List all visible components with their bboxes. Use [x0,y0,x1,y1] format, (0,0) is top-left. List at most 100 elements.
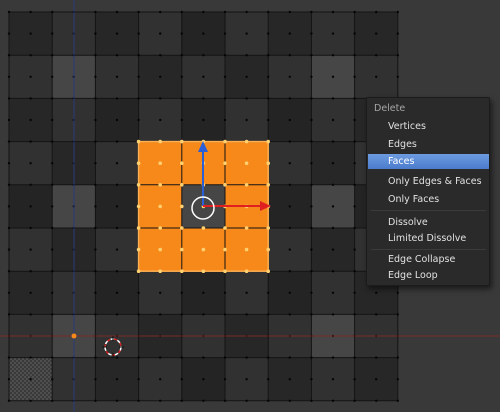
mesh-vertex [137,32,140,35]
mesh-vertex [115,10,119,14]
mesh-vertex [353,248,356,251]
mesh-vertex [331,32,335,35]
menu-item-edges[interactable]: Edges [368,137,489,152]
mesh-vertex [29,291,32,294]
mesh-vertex [353,399,356,402]
mesh-vertex [180,247,184,252]
mesh-vertex [7,97,11,100]
mesh-vertex [245,378,248,381]
mesh-vertex [310,378,313,381]
menu-item-only-edges-and-faces[interactable]: Only Edges & Faces [368,174,489,189]
mesh-vertex [94,226,97,230]
mesh-vertex [331,140,335,143]
menu-item-edge-loop[interactable]: Edge Loop [368,268,489,283]
mesh-vertex [115,378,119,381]
mesh-vertex [94,248,97,251]
mesh-vertex [115,356,119,359]
mesh-vertex [396,75,399,79]
mesh-vertex [353,97,356,100]
mesh-vertex [115,75,119,79]
menu-item-faces[interactable]: Faces [368,154,489,169]
mesh-vertex [180,139,184,144]
menu-item-vertices[interactable]: Vertices [368,119,489,134]
mesh-vertex [94,97,97,100]
mesh-vertex [94,270,97,273]
mesh-vertex [245,313,248,316]
mesh-vertex [115,118,119,122]
mesh-vertex [396,356,399,359]
mesh-vertex [7,205,11,208]
mesh-vertex [288,226,291,230]
mesh-vertex [353,226,356,230]
mesh-vertex [7,118,11,122]
mesh-vertex [51,291,54,294]
mesh-vertex [353,205,356,208]
mesh-vertex [288,291,291,294]
mesh-vertex [180,356,183,359]
mesh-vertex [331,118,335,122]
mesh-vertex [180,313,183,316]
mesh-vertex [223,356,227,359]
mesh-vertex [331,313,335,316]
mesh-vertex [375,54,378,57]
mesh-vertex [353,140,356,143]
mesh-vertex [396,291,399,294]
mesh-vertex [244,226,249,230]
mesh-vertex [180,75,183,79]
mesh-vertex [7,399,11,402]
mesh-vertex [223,161,227,165]
mesh-vertex [202,291,205,294]
mesh-vertex [310,54,313,57]
mesh-vertex [115,226,119,230]
mesh-vertex [223,75,227,79]
mesh-vertex [202,97,205,100]
mesh-vertex [310,75,313,79]
mesh-vertex [288,162,291,165]
mesh-vertex [94,162,97,165]
mesh-vertex [288,270,291,273]
mesh-vertex [202,75,205,79]
mesh-vertex [94,205,97,208]
mesh-vertex [353,378,356,381]
mesh-vertex [7,32,11,35]
menu-item-limited-dissolve[interactable]: Limited Dissolve [368,231,489,246]
mesh-vertex [266,161,271,165]
mesh-vertex [94,399,97,402]
mesh-vertex [51,313,54,316]
mesh-vertex [267,399,270,402]
mesh-vertex [310,356,313,359]
mesh-vertex [353,10,356,14]
mesh-vertex [267,97,270,100]
mesh-vertex [51,226,54,230]
mesh-vertex [137,118,140,122]
mesh-vertex [288,313,291,316]
mesh-vertex [94,10,97,14]
mesh-vertex [267,118,270,122]
mesh-vertex [115,140,119,143]
mesh-vertex [51,32,54,35]
mesh-vertex [353,54,356,57]
menu-item-dissolve[interactable]: Dissolve [368,215,489,230]
mesh-vertex [137,313,140,316]
mesh-vertex [51,10,54,14]
mesh-vertex [331,162,335,165]
mesh-vertex [310,399,313,402]
mesh-vertex [7,140,11,143]
mesh-vertex [331,10,335,14]
mesh-vertex [202,313,205,316]
mesh-vertex [331,183,335,186]
menu-item-edge-collapse[interactable]: Edge Collapse [368,252,489,267]
mesh-vertex [310,162,313,165]
mesh-vertex [223,313,227,316]
mesh-vertex [180,204,184,209]
menu-item-only-faces[interactable]: Only Faces [368,192,489,207]
mesh-vertex [288,140,291,143]
mesh-vertex [137,10,140,14]
mesh-vertex [396,54,399,57]
mesh-vertex [288,399,291,402]
mesh-vertex [396,10,399,14]
mesh-vertex [29,183,32,186]
mesh-vertex [159,356,162,359]
mesh-vertex [29,32,32,35]
mesh-vertex [201,226,206,230]
